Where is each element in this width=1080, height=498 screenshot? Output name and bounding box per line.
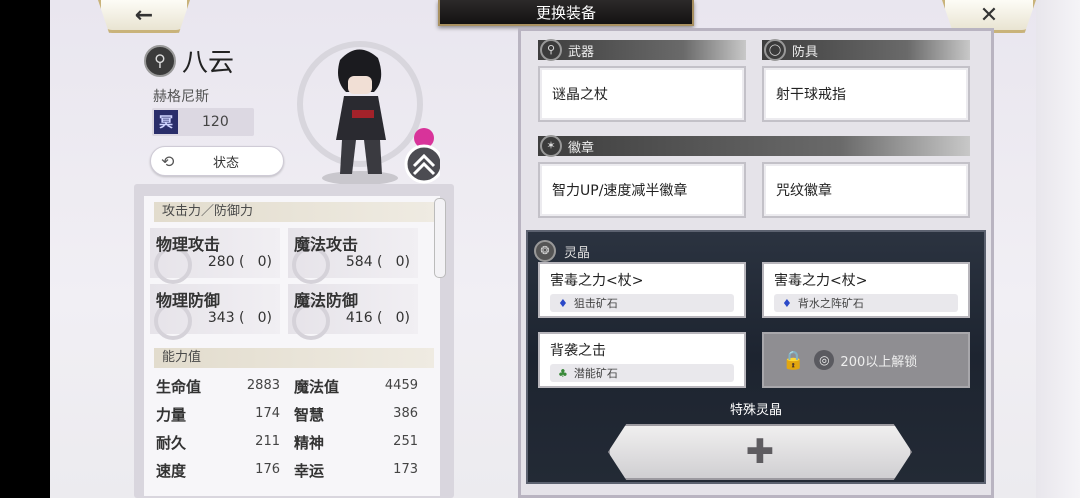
level-box: 冥 120 — [152, 108, 254, 136]
stat-label: 物理攻击 — [156, 235, 221, 254]
stat-label: 魔法攻击 — [294, 235, 359, 254]
stat-value: 343 (0) — [207, 310, 272, 326]
section-header-abilities: 能力值 — [154, 348, 434, 368]
character-name-row: ⚲ 八云 — [144, 42, 234, 79]
screen: ← 更换装备 ✕ ⚲ 八云 赫格尼斯 冥 120 ⟲ 状态 攻击力／防御力 物理… — [0, 0, 1080, 498]
weapon-header: ⚲ 武器 — [538, 39, 746, 61]
badge-slot-2[interactable]: 咒纹徽章 — [762, 162, 970, 218]
stat-label: 物理防御 — [156, 291, 221, 310]
staff-class-icon: ⚲ — [144, 44, 176, 77]
character-portrait — [297, 41, 440, 185]
ability-row: 生命值 2883 — [156, 378, 280, 396]
back-button[interactable]: ← — [98, 0, 190, 33]
refresh-icon: ⟲ — [161, 151, 175, 171]
ability-row: 速度 176 — [156, 462, 280, 480]
spiral-icon: ◎ — [814, 350, 835, 370]
right-margin — [1036, 0, 1080, 498]
crystal-icon: ❂ — [534, 240, 556, 262]
crystal-slot-1[interactable]: 害毒之力<杖> ♦ 狙击矿石 — [538, 262, 746, 318]
stat-physical-defense: 物理防御 343 (0) — [150, 284, 280, 340]
blue-flame-icon: ♦ — [558, 296, 568, 310]
ability-row: 智慧 386 — [294, 406, 418, 424]
stat-magic-defense: 魔法防御 416 (0) — [288, 284, 418, 340]
ability-row: 耐久 211 — [156, 434, 280, 452]
crystal-name: 害毒之力<杖> — [774, 273, 868, 289]
add-special-crystal-button[interactable]: ✚ — [608, 424, 912, 480]
status-button[interactable]: ⟲ 状态 — [150, 146, 284, 176]
close-icon: ✕ — [979, 2, 999, 28]
stats-list[interactable]: 攻击力／防御力 物理攻击 280 (0) 魔法攻击 584 (0) 物理防御 3… — [144, 196, 440, 496]
crystal-header: ❂ 灵晶 — [534, 240, 590, 262]
stat-label: 魔法防御 — [294, 291, 359, 310]
weapon-slot[interactable]: 谜晶之杖 — [538, 66, 746, 122]
crystal-stone: ♣ 潜能矿石 — [550, 364, 734, 382]
ability-row: 力量 174 — [156, 406, 280, 424]
crystal-name: 背袭之击 — [550, 343, 606, 359]
stat-value: 280 (0) — [207, 254, 272, 270]
armor-slot[interactable]: 射干球戒指 — [762, 66, 970, 122]
blue-flame-icon: ♦ — [782, 296, 792, 310]
section-header-attack-defense: 攻击力／防御力 — [154, 202, 434, 222]
green-leaf-icon: ♣ — [558, 366, 568, 380]
character-subname: 赫格尼斯 — [153, 89, 209, 105]
stat-magic-attack: 魔法攻击 584 (0) — [288, 228, 418, 284]
status-button-label: 状态 — [213, 155, 240, 171]
back-arrow-icon: ← — [134, 2, 154, 28]
crystal-stone: ♦ 狙击矿石 — [550, 294, 734, 312]
stat-value: 416 (0) — [345, 310, 410, 326]
level-value: 120 — [202, 114, 229, 130]
ring-icon: ◯ — [764, 39, 786, 61]
crystal-stone: ♦ 背水之阵矿石 — [774, 294, 958, 312]
weapon-icon: ⚲ — [540, 39, 562, 61]
lock-icon: 🔒 — [782, 349, 805, 371]
crystal-slot-3[interactable]: 背袭之击 ♣ 潜能矿石 — [538, 332, 746, 388]
badge-header: ✶ 徽章 — [538, 135, 970, 157]
special-crystal-label: 特殊灵晶 — [729, 403, 782, 418]
page-title: 更换装备 — [438, 0, 694, 26]
left-letterbox — [0, 0, 50, 498]
rank-mark-icon: 冥 — [154, 110, 178, 134]
ability-row: 幸运 173 — [294, 462, 418, 480]
ability-row: 魔法值 4459 — [294, 378, 418, 396]
stats-panel: 攻击力／防御力 物理攻击 280 (0) 魔法攻击 584 (0) 物理防御 3… — [134, 184, 454, 498]
armor-header: ◯ 防具 — [762, 39, 970, 61]
locked-label: 200以上解锁 — [840, 354, 918, 370]
crystal-slot-2[interactable]: 害毒之力<杖> ♦ 背水之阵矿石 — [762, 262, 970, 318]
locked-crystal-slot: 🔒 ◎ 200以上解锁 — [762, 332, 970, 388]
stat-value: 584 (0) — [345, 254, 410, 270]
badge-slot-1[interactable]: 智力UP/速度减半徽章 — [538, 162, 746, 218]
ability-row: 精神 251 — [294, 434, 418, 452]
character-name: 八云 — [182, 48, 235, 78]
plus-icon: ✚ — [745, 432, 775, 472]
badge-icon: ✶ — [540, 135, 562, 157]
stats-scrollbar[interactable] — [434, 198, 446, 278]
stat-physical-attack: 物理攻击 280 (0) — [150, 228, 280, 284]
crystal-name: 害毒之力<杖> — [550, 273, 644, 289]
